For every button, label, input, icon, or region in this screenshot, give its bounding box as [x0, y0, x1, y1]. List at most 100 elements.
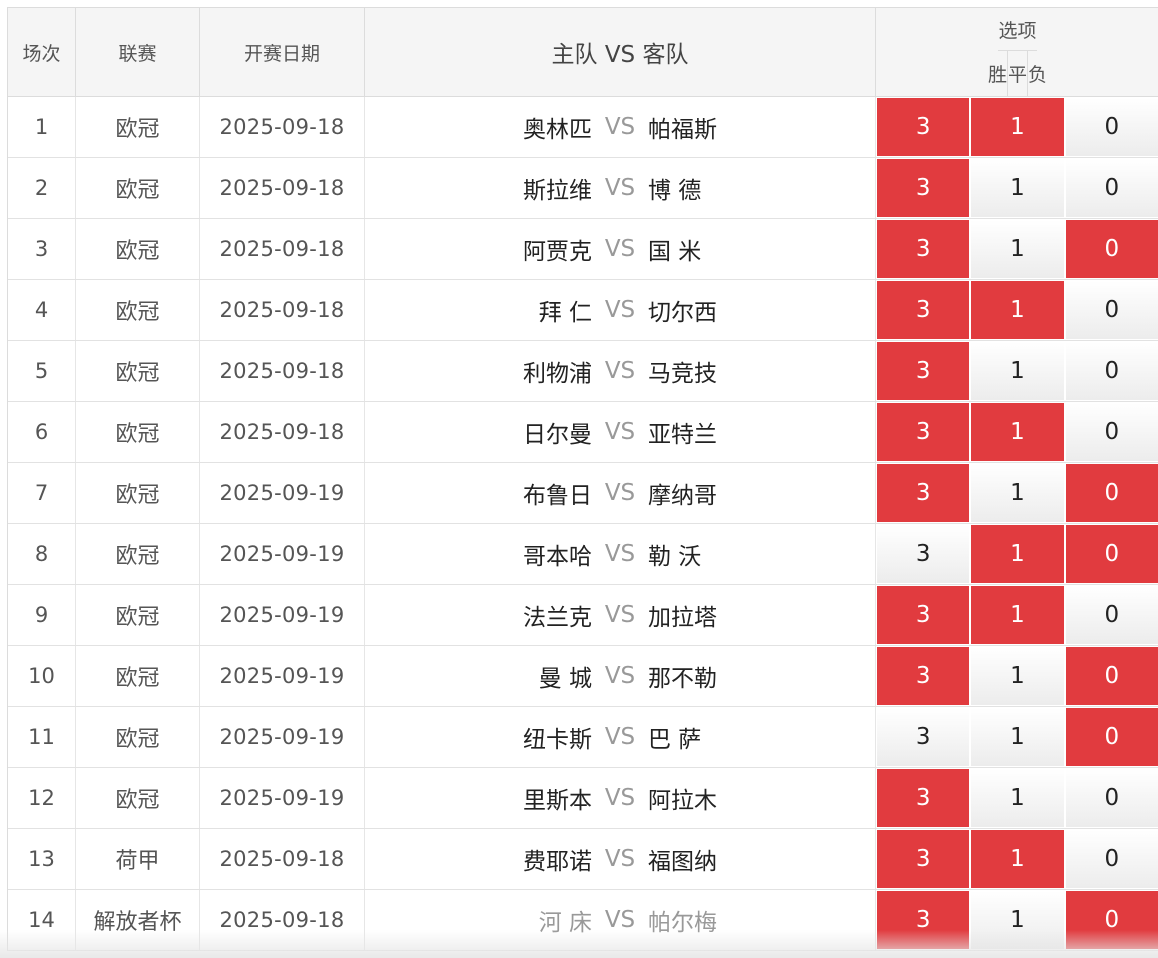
away-team: 摩纳哥 — [648, 483, 717, 509]
option-group: 310 — [876, 707, 1158, 767]
header-options-sub: 胜 平 负 — [988, 51, 1047, 96]
header-options-title: 选项 — [998, 8, 1037, 51]
away-team: 马竞技 — [648, 361, 717, 387]
scroll-fade — [0, 930, 1158, 958]
league-name: 欧冠 — [76, 402, 200, 462]
option-lose-button[interactable]: 0 — [1065, 525, 1158, 583]
away-team: 阿拉木 — [648, 788, 717, 814]
option-draw-button[interactable]: 1 — [971, 159, 1064, 217]
home-team: 曼 城 — [538, 666, 592, 692]
option-win-button[interactable]: 3 — [877, 525, 970, 583]
start-date: 2025-09-18 — [200, 97, 365, 157]
header-option-win: 胜 — [988, 51, 1008, 96]
option-win-button[interactable]: 3 — [877, 708, 970, 766]
away-team: 那不勒 — [648, 666, 717, 692]
option-lose-button[interactable]: 0 — [1065, 403, 1158, 461]
match-cell: 法兰克 VS 加拉塔 — [365, 585, 876, 645]
option-group: 310 — [876, 585, 1158, 645]
option-draw-button[interactable]: 1 — [971, 220, 1064, 278]
matchup: 拜 仁 VS 切尔西 — [392, 293, 848, 327]
away-team: 切尔西 — [648, 300, 717, 326]
away-team: 福图纳 — [648, 849, 717, 875]
option-draw-button[interactable]: 1 — [971, 647, 1064, 705]
option-lose-button[interactable]: 0 — [1065, 830, 1158, 888]
table-row: 9 欧冠 2025-09-19 法兰克 VS 加拉塔 3 1 0 — [8, 585, 1158, 646]
vs-label: VS — [604, 785, 636, 811]
home-team: 哥本哈 — [523, 544, 592, 570]
option-lose-button[interactable]: 0 — [1065, 220, 1158, 278]
option-lose-button[interactable]: 0 — [1065, 708, 1158, 766]
option-win-button[interactable]: 3 — [877, 464, 970, 522]
lottery-table: 场次 联赛 开赛日期 主队 VS 客队 选项 胜 平 负 1 欧冠 2025-09-… — [7, 7, 1158, 951]
table-row: 13 荷甲 2025-09-18 费耶诺 VS 福图纳 3 1 0 — [8, 829, 1158, 890]
vs-label: VS — [604, 236, 636, 262]
option-lose-button[interactable]: 0 — [1065, 98, 1158, 156]
matchup: 法兰克 VS 加拉塔 — [392, 598, 848, 632]
option-draw-button[interactable]: 1 — [971, 830, 1064, 888]
option-win-button[interactable]: 3 — [877, 220, 970, 278]
option-draw-button[interactable]: 1 — [971, 342, 1064, 400]
option-lose-button[interactable]: 0 — [1065, 342, 1158, 400]
table-row: 11 欧冠 2025-09-19 纽卡斯 VS 巴 萨 310 — [8, 707, 1158, 768]
matchup: 曼 城 VS 那不勒 — [392, 659, 848, 693]
start-date: 2025-09-18 — [200, 402, 365, 462]
option-win-button[interactable]: 3 — [877, 98, 970, 156]
option-lose-button[interactable]: 0 — [1065, 586, 1158, 644]
option-win-button[interactable]: 3 — [877, 647, 970, 705]
option-win-button[interactable]: 3 — [877, 403, 970, 461]
option-lose-button[interactable]: 0 — [1065, 464, 1158, 522]
option-lose-button[interactable]: 0 — [1065, 769, 1158, 827]
option-group: 310 — [876, 829, 1158, 889]
league-name: 欧冠 — [76, 524, 200, 584]
option-win-button[interactable]: 3 — [877, 830, 970, 888]
start-date: 2025-09-19 — [200, 707, 365, 767]
league-name: 欧冠 — [76, 707, 200, 767]
start-date: 2025-09-19 — [200, 646, 365, 706]
start-date: 2025-09-18 — [200, 829, 365, 889]
away-team: 帕福斯 — [648, 117, 717, 143]
option-group: 310 — [876, 768, 1158, 828]
match-cell: 纽卡斯 VS 巴 萨 — [365, 707, 876, 767]
option-win-button[interactable]: 3 — [877, 342, 970, 400]
option-win-button[interactable]: 3 — [877, 586, 970, 644]
start-date: 2025-09-18 — [200, 341, 365, 401]
table-row: 6 欧冠 2025-09-18 日尔曼 VS 亚特兰 3 1 0 — [8, 402, 1158, 463]
option-lose-button[interactable]: 0 — [1065, 647, 1158, 705]
vs-label: VS — [604, 846, 636, 872]
match-number: 5 — [8, 341, 76, 401]
option-lose-button[interactable]: 0 — [1065, 281, 1158, 339]
option-win-button[interactable]: 3 — [877, 159, 970, 217]
option-win-button[interactable]: 3 — [877, 769, 970, 827]
home-team: 纽卡斯 — [523, 727, 592, 753]
home-team: 日尔曼 — [523, 422, 592, 448]
option-draw-button[interactable]: 1 — [971, 586, 1064, 644]
option-draw-button[interactable]: 1 — [971, 98, 1064, 156]
match-cell: 阿贾克 VS 国 米 — [365, 219, 876, 279]
home-team: 拜 仁 — [538, 300, 592, 326]
option-draw-button[interactable]: 1 — [971, 525, 1064, 583]
match-cell: 里斯本 VS 阿拉木 — [365, 768, 876, 828]
option-draw-button[interactable]: 1 — [971, 708, 1064, 766]
option-draw-button[interactable]: 1 — [971, 281, 1064, 339]
match-number: 1 — [8, 97, 76, 157]
start-date: 2025-09-19 — [200, 463, 365, 523]
matchup: 里斯本 VS 阿拉木 — [392, 781, 848, 815]
home-team: 利物浦 — [523, 361, 592, 387]
option-lose-button[interactable]: 0 — [1065, 159, 1158, 217]
home-team: 法兰克 — [523, 605, 592, 631]
match-cell: 费耶诺 VS 福图纳 — [365, 829, 876, 889]
option-draw-button[interactable]: 1 — [971, 403, 1064, 461]
header-option-lose: 负 — [1028, 64, 1048, 86]
option-win-button[interactable]: 3 — [877, 281, 970, 339]
matchup: 布鲁日 VS 摩纳哥 — [392, 476, 848, 510]
match-number: 12 — [8, 768, 76, 828]
away-team: 巴 萨 — [648, 727, 702, 753]
option-draw-button[interactable]: 1 — [971, 769, 1064, 827]
match-number: 4 — [8, 280, 76, 340]
away-team: 加拉塔 — [648, 605, 717, 631]
table-row: 5 欧冠 2025-09-18 利物浦 VS 马竞技 3 1 0 — [8, 341, 1158, 402]
vs-label: VS — [604, 480, 636, 506]
option-draw-button[interactable]: 1 — [971, 464, 1064, 522]
table-row: 8 欧冠 2025-09-19 哥本哈 VS 勒 沃 310 — [8, 524, 1158, 585]
league-name: 欧冠 — [76, 585, 200, 645]
